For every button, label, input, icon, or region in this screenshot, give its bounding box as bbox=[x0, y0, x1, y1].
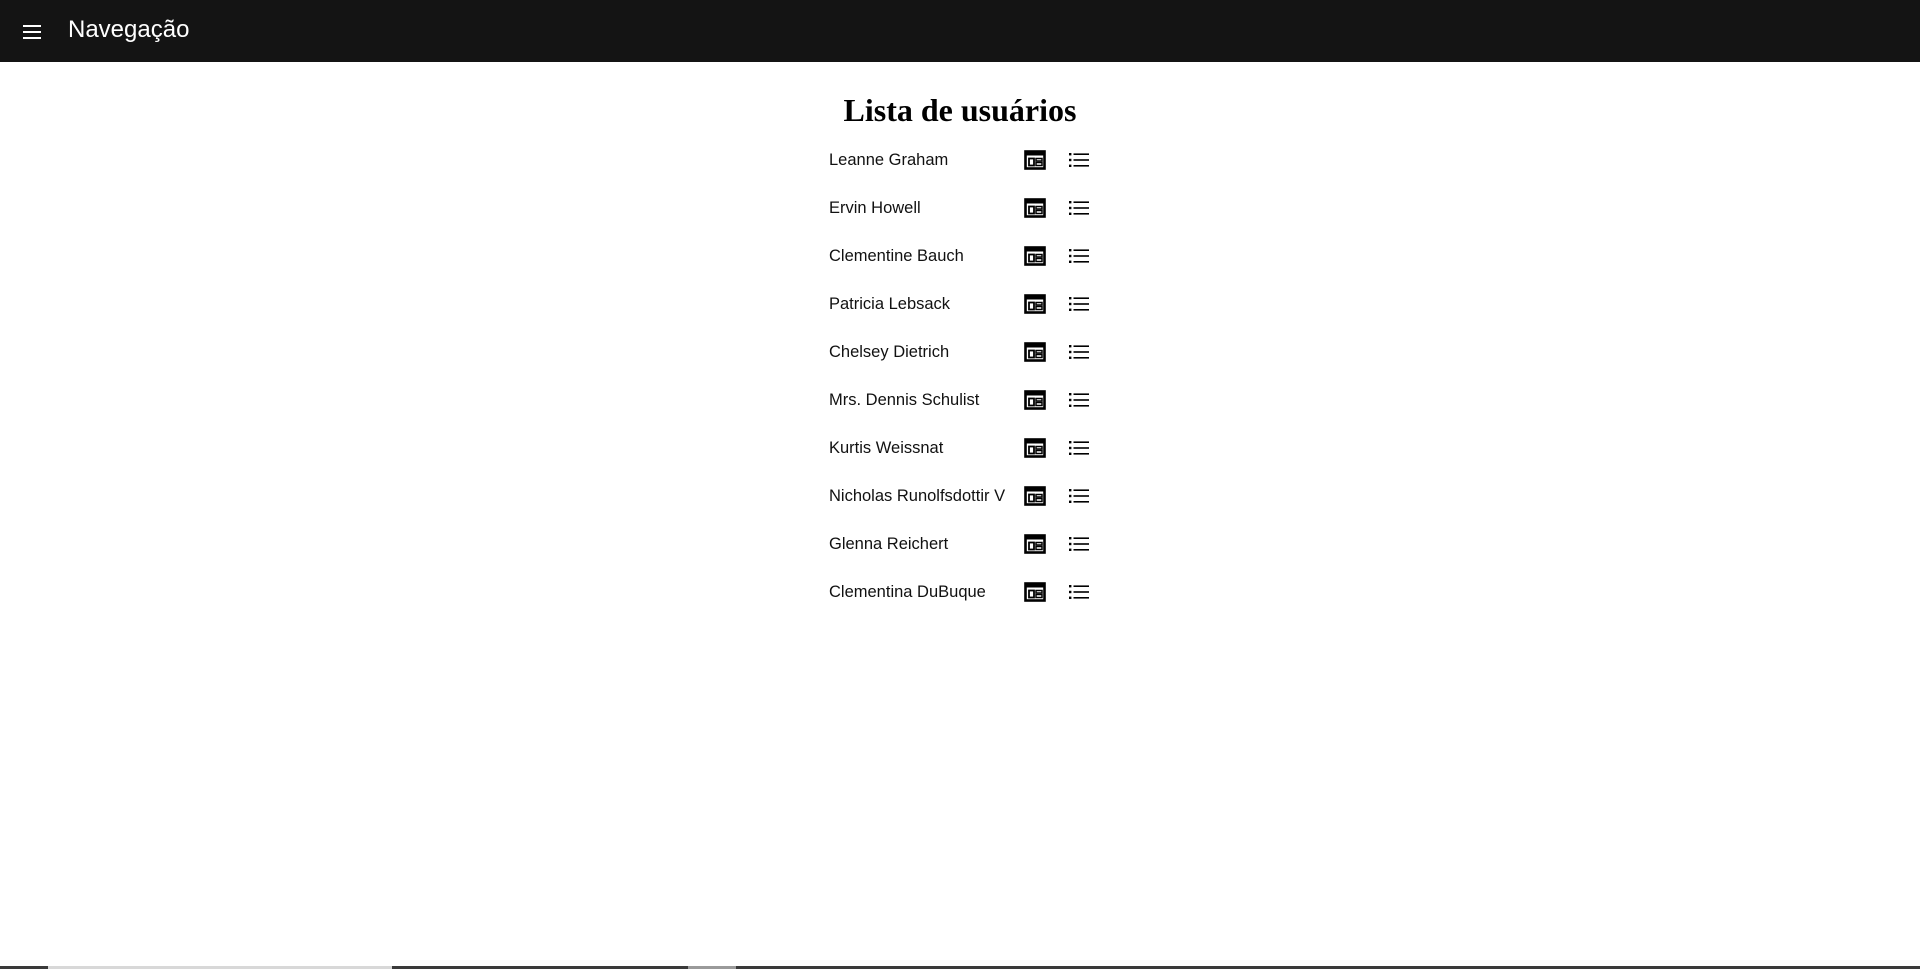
user-name: Kurtis Weissnat bbox=[829, 439, 944, 457]
list-icon bbox=[1069, 297, 1089, 311]
user-details-button[interactable] bbox=[1021, 530, 1049, 558]
list-item: Glenna Reichert bbox=[829, 520, 1109, 568]
app-title: Navegação bbox=[68, 16, 190, 43]
user-list-button[interactable] bbox=[1065, 146, 1093, 174]
view-quilt-icon bbox=[1024, 198, 1046, 218]
list-item: Clementina DuBuque bbox=[829, 568, 1109, 616]
list-icon bbox=[1069, 345, 1089, 359]
user-details-button[interactable] bbox=[1021, 434, 1049, 462]
user-name: Mrs. Dennis Schulist bbox=[829, 391, 980, 409]
list-icon bbox=[1069, 393, 1089, 407]
view-quilt-icon bbox=[1024, 486, 1046, 506]
user-name: Glenna Reichert bbox=[829, 535, 949, 553]
view-quilt-icon bbox=[1024, 342, 1046, 362]
view-quilt-icon bbox=[1024, 534, 1046, 554]
view-quilt-icon bbox=[1024, 150, 1046, 170]
list-item: Mrs. Dennis Schulist bbox=[829, 376, 1109, 424]
user-list-button[interactable] bbox=[1065, 434, 1093, 462]
user-list-button[interactable] bbox=[1065, 482, 1093, 510]
user-details-button[interactable] bbox=[1021, 338, 1049, 366]
list-icon bbox=[1069, 537, 1089, 551]
menu-icon bbox=[23, 25, 41, 39]
list-item: Patricia Lebsack bbox=[829, 280, 1109, 328]
user-name: Chelsey Dietrich bbox=[829, 343, 950, 361]
user-list-button[interactable] bbox=[1065, 386, 1093, 414]
menu-button[interactable] bbox=[14, 14, 50, 50]
list-item: Chelsey Dietrich bbox=[829, 328, 1109, 376]
user-details-button[interactable] bbox=[1021, 386, 1049, 414]
list-icon bbox=[1069, 489, 1089, 503]
user-list: Leanne Graham Ervin Howell Clementine Ba… bbox=[829, 136, 1109, 616]
list-icon bbox=[1069, 153, 1089, 167]
list-item: Clementine Bauch bbox=[829, 232, 1109, 280]
list-item: Nicholas Runolfsdottir V bbox=[829, 472, 1109, 520]
list-item: Leanne Graham bbox=[829, 136, 1109, 184]
user-name: Nicholas Runolfsdottir V bbox=[829, 487, 1006, 505]
list-item: Ervin Howell bbox=[829, 184, 1109, 232]
app-bar: Navegação bbox=[0, 0, 1920, 62]
user-details-button[interactable] bbox=[1021, 242, 1049, 270]
user-details-button[interactable] bbox=[1021, 482, 1049, 510]
user-list-button[interactable] bbox=[1065, 290, 1093, 318]
user-name: Patricia Lebsack bbox=[829, 295, 951, 313]
view-quilt-icon bbox=[1024, 582, 1046, 602]
list-item: Kurtis Weissnat bbox=[829, 424, 1109, 472]
view-quilt-icon bbox=[1024, 246, 1046, 266]
user-list-button[interactable] bbox=[1065, 242, 1093, 270]
view-quilt-icon bbox=[1024, 438, 1046, 458]
user-name: Leanne Graham bbox=[829, 151, 949, 169]
user-name: Clementine Bauch bbox=[829, 247, 964, 265]
user-list-button[interactable] bbox=[1065, 338, 1093, 366]
list-icon bbox=[1069, 201, 1089, 215]
user-list-button[interactable] bbox=[1065, 578, 1093, 606]
user-name: Ervin Howell bbox=[829, 199, 921, 217]
list-icon bbox=[1069, 585, 1089, 599]
list-icon bbox=[1069, 441, 1089, 455]
user-list-button[interactable] bbox=[1065, 194, 1093, 222]
page-title: Lista de usuários bbox=[843, 92, 1077, 128]
view-quilt-icon bbox=[1024, 390, 1046, 410]
view-quilt-icon bbox=[1024, 294, 1046, 314]
user-details-button[interactable] bbox=[1021, 578, 1049, 606]
user-details-button[interactable] bbox=[1021, 194, 1049, 222]
user-details-button[interactable] bbox=[1021, 146, 1049, 174]
user-name: Clementina DuBuque bbox=[829, 583, 986, 601]
list-icon bbox=[1069, 249, 1089, 263]
user-list-button[interactable] bbox=[1065, 530, 1093, 558]
user-details-button[interactable] bbox=[1021, 290, 1049, 318]
